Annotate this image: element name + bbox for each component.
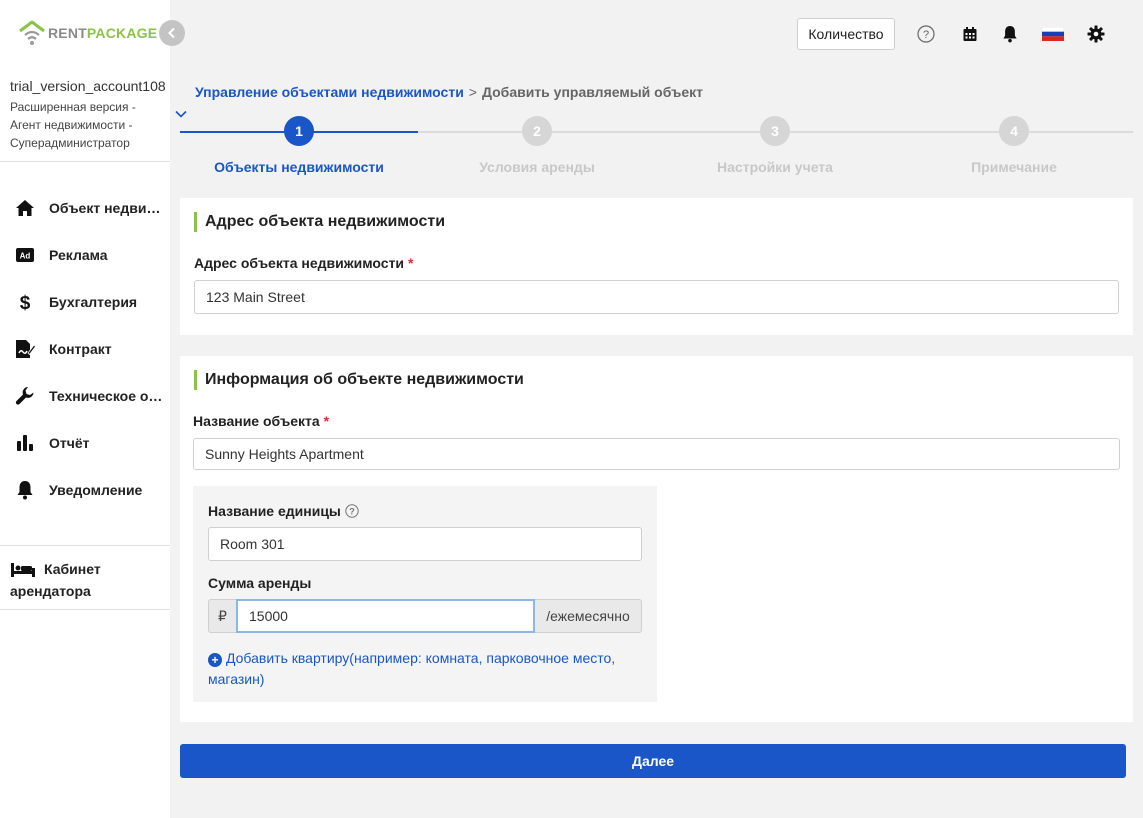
sidebar-divider: [0, 609, 170, 610]
stepper: 1 Объекты недвижимости 2 Условия аренды …: [180, 116, 1133, 180]
unit-name-field-label: Название единицы?: [208, 503, 359, 519]
step-label: Объекты недвижимости: [214, 159, 384, 175]
address-label-text: Адрес объекта недвижимости: [194, 255, 405, 271]
step-label: Настройки учета: [717, 159, 833, 175]
step-label: Примечание: [971, 159, 1057, 175]
question-circle-icon[interactable]: ?: [345, 504, 359, 518]
step-number: 4: [999, 116, 1029, 146]
account-username: trial_version_account108: [10, 78, 166, 94]
step-1[interactable]: 1 Объекты недвижимости: [199, 116, 399, 175]
logo-wifi-house-icon: [18, 19, 46, 47]
unit-section: Название единицы? Room 301 Сумма аренды …: [193, 486, 657, 702]
svg-text:Ad: Ad: [20, 251, 31, 260]
sidebar-divider: [0, 161, 170, 162]
currency-addon: ₽: [208, 599, 236, 633]
rent-amount-field-label: Сумма аренды: [208, 575, 312, 591]
next-button[interactable]: Далее: [180, 744, 1126, 778]
notifications-bell-icon[interactable]: [1000, 24, 1020, 44]
required-mark: *: [408, 255, 414, 271]
sidebar: RENTPACKAGE trial_version_account108 Рас…: [0, 0, 170, 818]
sidebar-item-label: Техническое обслуживание: [49, 387, 167, 404]
help-icon[interactable]: ?: [916, 24, 936, 44]
russian-flag-icon[interactable]: [1042, 24, 1064, 44]
property-name-input[interactable]: Sunny Heights Apartment: [193, 438, 1120, 470]
bed-icon: [10, 562, 36, 578]
logo-text-rent: RENT: [48, 25, 87, 41]
account-role-3: Суперадминистратор: [10, 136, 130, 150]
sidebar-item-label: Контракт: [49, 340, 112, 357]
property-name-label-text: Название объекта: [193, 413, 320, 429]
add-unit-link[interactable]: + Добавить квартиру(например: комната, па…: [208, 648, 638, 690]
breadcrumb-current: Добавить управляемый объект: [481, 84, 704, 100]
sidebar-divider: [0, 545, 170, 546]
sidebar-item-tenant-cabinet[interactable]: Кабинет арендатора: [10, 558, 165, 602]
plus-circle-icon: +: [208, 653, 222, 667]
sidebar-item-accounting[interactable]: $ Бухгалтерия: [0, 278, 170, 325]
calendar-icon[interactable]: [960, 24, 980, 44]
chart-icon: [14, 432, 36, 454]
account-role-1: Расширенная версия -: [10, 100, 136, 114]
svg-text:?: ?: [349, 507, 355, 517]
add-unit-link-text: Добавить квартиру(например: комната, пар…: [208, 650, 616, 687]
sidebar-item-label: Бухгалтерия: [49, 293, 138, 310]
wrench-icon: [14, 385, 36, 407]
unit-name-input[interactable]: Room 301: [208, 527, 642, 561]
rent-period-addon: /ежемесячно: [535, 599, 642, 633]
bell-icon: [14, 479, 36, 501]
address-card-title: Адрес объекта недвижимости: [194, 212, 445, 232]
required-mark: *: [323, 413, 330, 429]
svg-text:$: $: [20, 293, 31, 312]
sidebar-item-notification[interactable]: Уведомление: [0, 466, 170, 513]
step-label: Условия аренды: [479, 159, 595, 175]
topbar: Количество ?: [170, 0, 1143, 68]
property-info-card-title: Информация об объекте недвижимости: [194, 370, 524, 390]
breadcrumb-separator: >: [468, 84, 477, 100]
unit-name-label-text: Название единицы: [208, 503, 341, 519]
sidebar-item-label: Отчёт: [49, 434, 90, 451]
rent-amount-input[interactable]: 15000: [236, 599, 535, 633]
sidebar-nav: Объект недвижимости Ad Реклама $ Бухгалт…: [0, 184, 170, 513]
ad-icon: Ad: [14, 244, 36, 266]
sidebar-item-property[interactable]: Объект недвижимости: [0, 184, 170, 231]
step-number: 3: [760, 116, 790, 146]
sidebar-item-report[interactable]: Отчёт: [0, 419, 170, 466]
account-info: trial_version_account108 Расширенная вер…: [10, 78, 170, 152]
step-number: 2: [522, 116, 552, 146]
address-input[interactable]: 123 Main Street: [194, 280, 1119, 314]
contract-icon: [14, 338, 36, 360]
step-2[interactable]: 2 Условия аренды: [437, 116, 637, 175]
sidebar-item-label: Уведомление: [49, 481, 143, 498]
step-4[interactable]: 4 Примечание: [914, 116, 1114, 175]
address-field-label: Адрес объекта недвижимости *: [194, 255, 414, 271]
sidebar-item-contract[interactable]: Контракт: [0, 325, 170, 372]
property-name-field-label: Название объекта *: [193, 413, 329, 429]
sidebar-collapse-button[interactable]: [159, 20, 185, 46]
sidebar-item-label: Реклама: [49, 246, 108, 263]
logo[interactable]: RENTPACKAGE: [18, 18, 157, 48]
dollar-icon: $: [14, 291, 36, 313]
logo-text-package: PACKAGE: [86, 25, 158, 41]
account-role-2: Агент недвижимости -: [10, 118, 133, 132]
breadcrumb-parent-link[interactable]: Управление объектами недвижимости: [195, 84, 464, 100]
breadcrumb: Управление объектами недвижимости > Добави…: [195, 84, 703, 100]
property-info-card: Информация об объекте недвижимости Назва…: [180, 356, 1133, 722]
sidebar-item-maintenance[interactable]: Техническое обслуживание: [0, 372, 170, 419]
chevron-left-icon: [168, 27, 175, 39]
svg-text:?: ?: [923, 29, 929, 41]
step-3[interactable]: 3 Настройки учета: [675, 116, 875, 175]
step-number: 1: [284, 116, 314, 146]
sidebar-item-label: Объект недвижимости: [49, 199, 167, 216]
quantity-button[interactable]: Количество: [797, 18, 895, 50]
settings-gear-icon[interactable]: [1086, 24, 1106, 44]
home-icon: [14, 197, 36, 219]
address-card: Адрес объекта недвижимости Адрес объекта…: [180, 198, 1133, 335]
sidebar-item-advertising[interactable]: Ad Реклама: [0, 231, 170, 278]
